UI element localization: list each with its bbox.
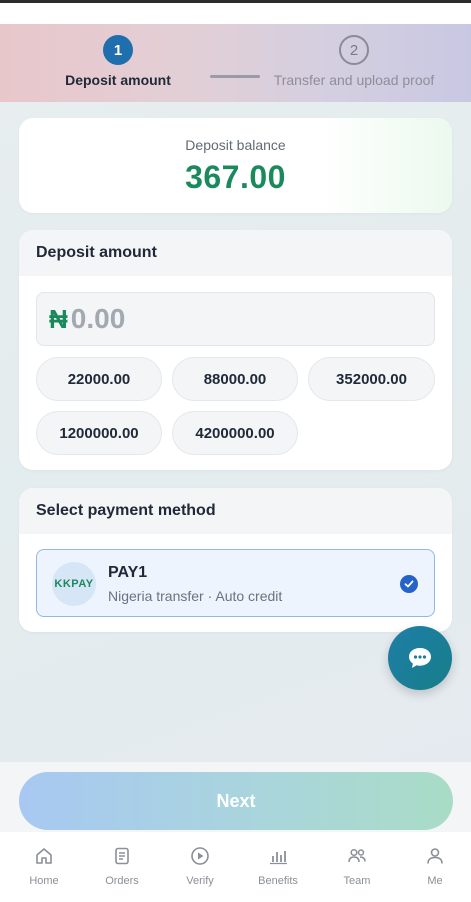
nav-label: Verify — [186, 875, 214, 887]
amount-input-box[interactable]: ₦ — [36, 292, 435, 346]
play-icon — [191, 847, 209, 865]
check-icon — [400, 575, 418, 593]
preset-amount-chip[interactable]: 4200000.00 — [172, 411, 298, 455]
amount-input[interactable] — [70, 303, 391, 335]
nav-verify[interactable]: Verify — [170, 846, 230, 887]
team-icon — [348, 848, 366, 863]
section-title: Select payment method — [19, 488, 452, 534]
nav-home[interactable]: Home — [14, 846, 74, 887]
nav-label: Team — [343, 875, 371, 887]
payment-method-card: Select payment method KKPAY PAY1 Nigeria… — [19, 488, 452, 632]
step-deposit-amount: 1 Deposit amount — [60, 35, 176, 88]
deposit-amount-card: Deposit amount ₦ 22000.00 88000.00 35200… — [19, 230, 452, 470]
status-bar — [0, 0, 471, 24]
kkpay-logo: KKPAY — [52, 562, 96, 606]
chat-button[interactable] — [388, 626, 452, 690]
step-transfer-proof: 2 Transfer and upload proof — [266, 35, 442, 88]
preset-amount-chip[interactable]: 22000.00 — [36, 357, 162, 401]
chart-icon — [270, 851, 287, 865]
step-number: 2 — [339, 35, 369, 65]
section-title: Deposit amount — [19, 230, 452, 276]
nav-benefits[interactable]: Benefits — [248, 846, 308, 887]
payment-method-option[interactable]: KKPAY PAY1 Nigeria transfer · Auto credi… — [36, 549, 435, 617]
balance-card: Deposit balance 367.00 — [19, 118, 452, 213]
bottom-nav: Home Orders Verify Benefits Team Me — [0, 832, 471, 902]
preset-amount-chip[interactable]: 1200000.00 — [36, 411, 162, 455]
nav-me[interactable]: Me — [405, 846, 465, 887]
step-label: Transfer and upload proof — [273, 72, 435, 88]
chat-bubble-icon — [409, 648, 431, 668]
naira-icon: ₦ — [49, 303, 68, 334]
next-button[interactable]: Next — [19, 772, 453, 830]
nav-team[interactable]: Team — [327, 846, 387, 887]
nav-label: Benefits — [258, 875, 298, 887]
step-connector — [210, 75, 260, 78]
step-number: 1 — [103, 35, 133, 65]
balance-value: 367.00 — [185, 159, 286, 195]
method-name: PAY1 — [108, 564, 148, 581]
balance-label: Deposit balance — [185, 137, 286, 153]
nav-label: Me — [427, 875, 443, 887]
nav-orders[interactable]: Orders — [92, 846, 152, 887]
preset-amount-chip[interactable]: 88000.00 — [172, 357, 298, 401]
nav-label: Home — [29, 875, 59, 887]
user-icon — [427, 848, 443, 864]
stepper: 1 Deposit amount 2 Transfer and upload p… — [0, 24, 471, 102]
step-label: Deposit amount — [65, 72, 171, 88]
preset-amount-chip[interactable]: 352000.00 — [308, 357, 435, 401]
nav-label: Orders — [105, 875, 139, 887]
orders-icon — [115, 847, 129, 865]
home-icon — [36, 848, 52, 864]
method-description: Nigeria transfer · Auto credit — [108, 588, 283, 604]
